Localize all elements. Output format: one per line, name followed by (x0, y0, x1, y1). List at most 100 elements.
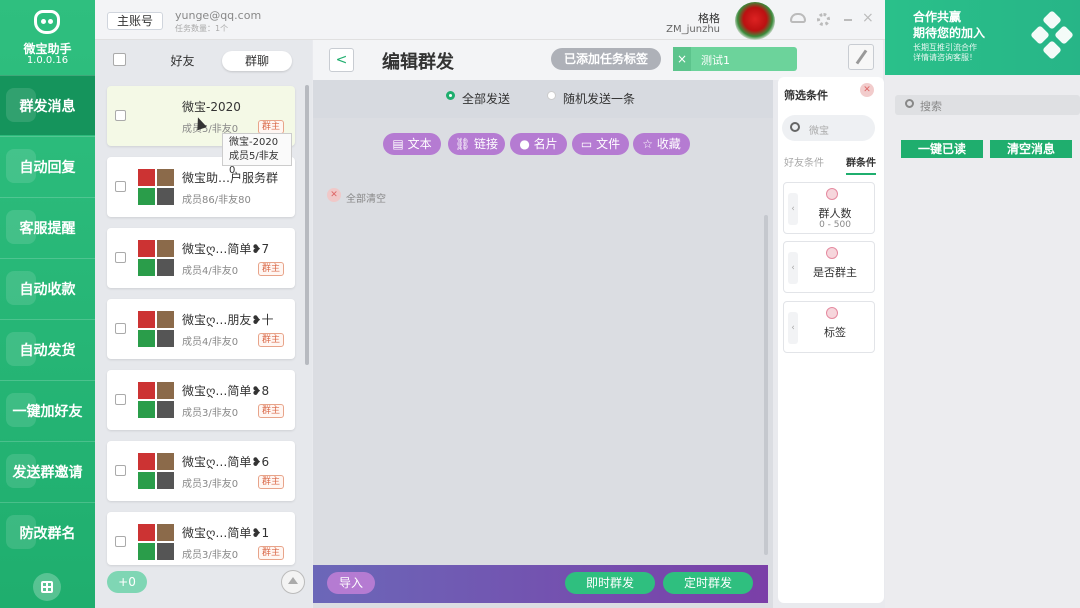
group-checkbox[interactable] (115, 252, 126, 263)
add-task-tag-button[interactable]: 已添加任务标签 (551, 48, 661, 70)
tab-friends[interactable]: 好友 (150, 50, 215, 72)
trash-icon[interactable]: ✕ (860, 83, 874, 97)
nav-item-service-reminder[interactable]: 客服提醒 (0, 197, 95, 257)
filter-member-count[interactable]: ‹ 群人数 0 - 500 (783, 182, 875, 234)
tool-label: 文件 (596, 137, 621, 151)
nav-label: 群发消息 (19, 98, 76, 115)
chevron-left-icon[interactable]: ‹ (788, 193, 798, 225)
owner-badge: 群主 (258, 120, 284, 134)
selected-count-button[interactable]: +0 (107, 571, 147, 593)
filter-is-owner[interactable]: ‹ 是否群主 (783, 241, 875, 293)
filter-title: 筛选条件 (784, 89, 828, 102)
group-avatar (138, 453, 174, 489)
file-tool-button[interactable]: ▭ 文件 (572, 133, 629, 155)
text-icon: ▤ (392, 137, 408, 151)
remove-tag-icon[interactable]: × (673, 47, 691, 71)
mark-all-read-button[interactable]: 一键已读 (901, 140, 983, 158)
nav-label: 客服提醒 (19, 220, 76, 237)
filter-label: 是否群主 (813, 266, 857, 279)
send-timed-button[interactable]: 定时群发 (663, 572, 753, 594)
nav-item-auto-ship[interactable]: 自动发货 (0, 319, 95, 379)
filter-range: 0 - 500 (819, 220, 851, 230)
chevron-left-icon[interactable]: ‹ (788, 312, 798, 344)
active-tab-indicator (846, 173, 876, 175)
list-scrollbar[interactable] (305, 85, 309, 365)
nav-item-auto-reply[interactable]: 自动回复 (0, 136, 95, 196)
clear-all-button[interactable]: 全部清空 (346, 190, 386, 205)
tab-friend-conditions[interactable]: 好友条件 (784, 154, 824, 169)
app-logo: 微宝助手 1.0.0.16 (0, 0, 95, 75)
group-card[interactable]: 微宝ღ…简单❥6 成员3/非友0 群主 (107, 441, 295, 501)
group-card[interactable]: 微宝ღ…简单❥1 成员3/非友0 群主 (107, 512, 295, 565)
group-name: 微宝ღ…朋友❥十 (182, 313, 274, 327)
group-checkbox[interactable] (115, 465, 126, 476)
close-icon[interactable]: × (862, 10, 874, 26)
favorites-tool-button[interactable]: ☆ 收藏 (633, 133, 690, 155)
gear-icon[interactable] (817, 13, 830, 26)
account-email: yunge@qq.com (175, 9, 262, 22)
group-avatar (138, 382, 174, 418)
send-now-button[interactable]: 即时群发 (565, 572, 655, 594)
group-card[interactable]: 微宝ღ…简单❥7 成员4/非友0 群主 (107, 228, 295, 288)
group-checkbox[interactable] (115, 536, 126, 547)
nav-item-add-friends[interactable]: 一键加好友 (0, 380, 95, 440)
filter-tag[interactable]: ‹ 标签 (783, 301, 875, 353)
minimize-icon[interactable] (844, 19, 852, 21)
group-card[interactable]: 微宝ღ…简单❥8 成员3/非友0 群主 (107, 370, 295, 430)
partner-logo-icon (1031, 11, 1073, 59)
group-checkbox[interactable] (115, 181, 126, 192)
trash-icon[interactable]: ✕ (327, 188, 341, 202)
send-random-label[interactable]: 随机发送一条 (563, 90, 635, 107)
nav-item-group-invite[interactable]: 发送群邀请 (0, 441, 95, 501)
clear-messages-button[interactable]: 清空消息 (990, 140, 1072, 158)
group-checkbox[interactable] (115, 323, 126, 334)
group-name: 微宝ღ…简单❥1 (182, 526, 270, 540)
tab-groups[interactable]: 群聊 (222, 51, 292, 71)
group-members: 成员3/非友0 (182, 550, 239, 561)
cloud-icon[interactable] (790, 13, 806, 23)
nav-item-protect-group-name[interactable]: 防改群名 (0, 502, 95, 562)
group-card[interactable]: 微宝ღ…朋友❥十 成员4/非友0 群主 (107, 299, 295, 359)
owner-badge: 群主 (258, 262, 284, 276)
nav-label: 自动回复 (19, 159, 76, 176)
tag-icon (826, 307, 838, 319)
back-button[interactable]: < (329, 48, 354, 72)
link-tool-button[interactable]: ⛓ 链接 (448, 133, 505, 155)
radio-send-all[interactable] (446, 91, 455, 100)
group-name: 微宝ღ…简单❥7 (182, 242, 270, 256)
tab-group-conditions[interactable]: 群条件 (846, 154, 876, 169)
nav-label: 自动发货 (19, 342, 76, 359)
nav-label: 一键加好友 (12, 403, 83, 420)
search-input[interactable]: 搜索 (895, 95, 1080, 115)
select-all-checkbox[interactable] (113, 53, 126, 66)
task-count: 任务数量：1个 (175, 24, 229, 33)
send-mode-bar (313, 80, 773, 118)
group-checkbox[interactable] (115, 110, 126, 121)
owner-badge: 群主 (258, 546, 284, 560)
pen-icon[interactable] (848, 44, 874, 70)
page-title: 编辑群发 (382, 52, 454, 73)
search-placeholder: 搜索 (920, 100, 942, 113)
send-all-label[interactable]: 全部发送 (462, 90, 510, 107)
group-checkbox[interactable] (115, 394, 126, 405)
chevron-left-icon[interactable]: ‹ (788, 252, 798, 284)
editor-scrollbar[interactable] (764, 215, 768, 555)
owner-badge: 群主 (258, 475, 284, 489)
avatar[interactable] (735, 2, 775, 40)
nav-item-group-send[interactable]: 群发消息 (0, 75, 95, 135)
radio-send-random[interactable] (547, 91, 556, 100)
tool-label: 链接 (474, 137, 499, 151)
card-tool-button[interactable]: ● 名片 (510, 133, 567, 155)
scroll-top-icon[interactable] (281, 570, 305, 594)
grid-menu-icon[interactable] (33, 573, 61, 601)
import-button[interactable]: 导入 (327, 572, 375, 594)
account-badge[interactable]: 主账号 (107, 12, 163, 30)
tag-label: 测试1 (701, 54, 730, 67)
owner-badge: 群主 (258, 333, 284, 347)
sidebar: 微宝助手 1.0.0.16 群发消息 自动回复 客服提醒 自动收款 自动发货 一… (0, 0, 95, 608)
text-tool-button[interactable]: ▤ 文本 (383, 133, 441, 155)
owner-badge: 群主 (258, 404, 284, 418)
task-tag-chip[interactable]: × 测试1 (673, 47, 797, 71)
nav-item-auto-collect[interactable]: 自动收款 (0, 258, 95, 318)
filter-label: 群人数 (818, 207, 852, 220)
